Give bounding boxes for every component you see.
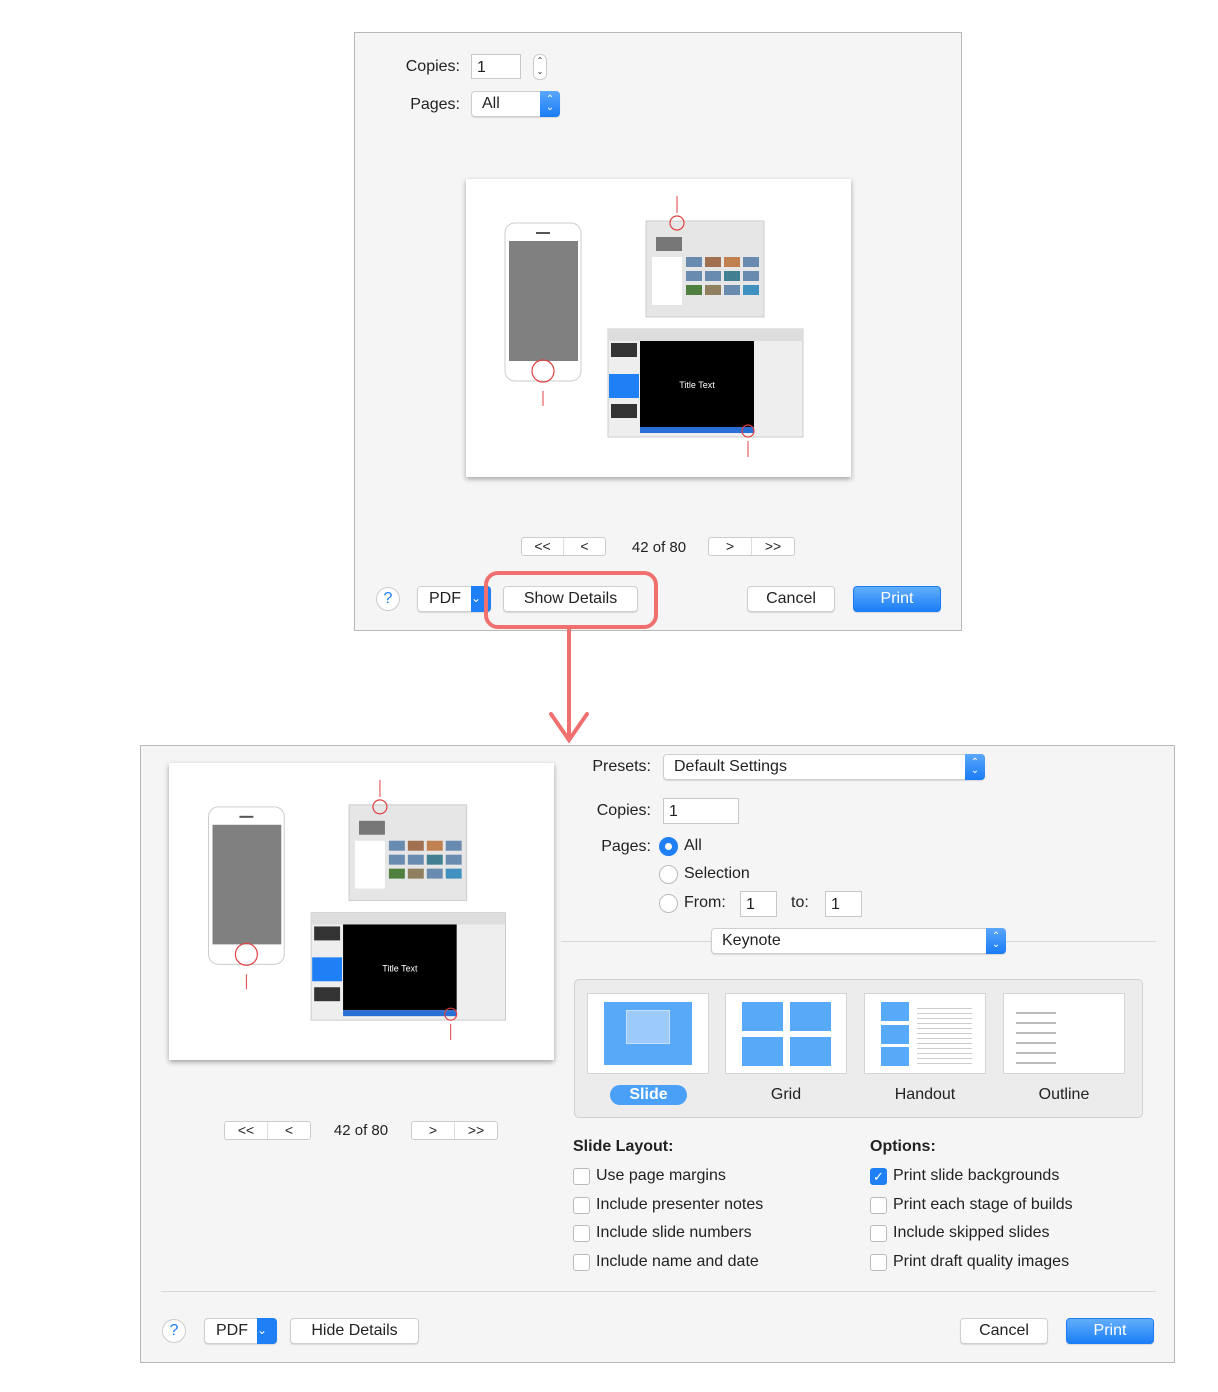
layout-slide-label[interactable]: Slide [610,1085,687,1105]
help-button[interactable]: ? [162,1319,186,1343]
pdf-menu-button[interactable]: PDF ⌄ [417,586,491,612]
presets-label: Presets: [592,758,651,775]
checkbox-label: Print draft quality images [893,1252,1070,1270]
prev-page-button[interactable]: < [563,538,605,555]
bottom-divider [161,1291,1156,1292]
pdf-label: PDF [216,1322,248,1339]
nav-back-group[interactable]: << < [224,1121,311,1140]
chevron-updown-icon: ⌃ ⌄ [540,91,560,117]
keynote-window-illustration: Title Text [310,911,507,1041]
help-button[interactable]: ? [376,587,400,611]
pages-from-label: From: [684,894,726,911]
page-indicator: 42 of 80 [333,1122,389,1139]
nav-back-group[interactable]: << < [521,537,606,556]
to-input[interactable]: 1 [825,891,862,917]
pages-select-value: All [482,95,500,112]
checkbox-label: Include presenter notes [596,1195,764,1213]
checkbox-label: Include name and date [596,1252,759,1270]
options-header: Options: [870,1138,936,1155]
preferences-window-illustration [348,779,468,902]
preview-image: Title Text [504,196,804,457]
print-dialog-simple: Copies: 1 ⌃ ⌄ Pages: All ⌃ ⌄ Title Text << <… [354,32,962,631]
layout-grid-tile[interactable] [725,993,847,1074]
print-dialog-details: Title Text << < 42 of 80 > >> Presets: Def… [140,745,1175,1363]
pages-label: Pages: [410,96,460,113]
first-page-button[interactable]: << [225,1122,267,1139]
next-page-button[interactable]: > [709,538,751,555]
checkbox-label: Print each stage of builds [893,1195,1073,1213]
to-label: to: [791,894,809,911]
copies-input[interactable]: 1 [663,798,739,824]
slide-title-text: Title Text [382,963,418,973]
presets-select[interactable]: Default Settings ⌃ ⌄ [663,754,985,780]
layout-outline-label[interactable]: Outline [1003,1086,1125,1104]
layout-handout-label[interactable]: Handout [864,1086,986,1104]
copies-label: Copies: [405,58,460,75]
copies-stepper[interactable]: ⌃ ⌄ [533,54,547,80]
next-page-button[interactable]: > [412,1122,454,1139]
nav-forward-group[interactable]: > >> [411,1121,498,1140]
transition-arrow [549,626,589,744]
highlight-box [484,571,658,629]
prev-page-button[interactable]: < [267,1122,310,1139]
pdf-label: PDF [429,590,461,607]
checkbox-label: Print slide backgrounds [893,1167,1060,1184]
from-input[interactable]: 1 [740,891,777,917]
cancel-button[interactable]: Cancel [960,1318,1048,1344]
preferences-window-illustration [645,196,765,318]
print-button[interactable]: Print [853,586,941,612]
iphone-illustration [208,806,285,990]
checkbox[interactable] [870,1196,887,1214]
print-button[interactable]: Print [1066,1318,1154,1344]
checkbox[interactable] [870,1253,887,1271]
hide-details-button[interactable]: Hide Details [290,1318,419,1344]
checkbox[interactable] [573,1253,590,1271]
presets-value: Default Settings [674,758,787,775]
copies-input[interactable]: 1 [471,54,521,79]
last-page-button[interactable]: >> [751,538,794,555]
chevron-updown-icon: ⌃ ⌄ [986,928,1006,954]
layout-slide-tile[interactable] [587,993,709,1074]
cancel-button[interactable]: Cancel [747,586,835,612]
pdf-menu-button[interactable]: PDF ⌄ [204,1318,277,1344]
print-preview: Title Text [466,179,851,477]
nav-forward-group[interactable]: > >> [708,537,795,556]
pages-selection-label: Selection [684,865,750,882]
print-preview: Title Text [169,763,554,1060]
checkbox-label: Use page margins [596,1167,726,1184]
app-section-select[interactable]: Keynote ⌃ ⌄ [711,928,1006,954]
iphone-illustration [504,222,582,406]
last-page-button[interactable]: >> [454,1122,497,1139]
checkbox[interactable] [573,1225,590,1242]
chevron-updown-icon: ⌃ ⌄ [965,754,985,780]
keynote-window-illustration: Title Text [607,328,804,457]
pages-all-radio[interactable] [659,837,678,856]
preview-image: Title Text [208,779,507,1041]
pages-all-label: All [684,837,702,854]
copies-label: Copies: [596,802,651,819]
pages-selection-radio[interactable] [659,865,678,884]
slide-title-text: Title Text [679,380,715,390]
pages-label: Pages: [601,838,651,855]
checkbox[interactable] [870,1225,887,1242]
layout-grid-label[interactable]: Grid [725,1086,847,1104]
checkbox[interactable] [573,1168,590,1185]
first-page-button[interactable]: << [522,538,563,555]
slide-layout-header: Slide Layout: [573,1138,674,1155]
layout-handout-tile[interactable] [864,993,986,1074]
checkbox-label: Include slide numbers [596,1224,752,1241]
checkbox[interactable] [573,1196,590,1214]
pages-range-radio[interactable] [659,894,678,913]
chevron-down-icon: ⌄ [257,1318,277,1344]
checkbox[interactable]: ✓ [870,1168,887,1185]
layout-outline-tile[interactable] [1003,993,1125,1074]
app-section-value: Keynote [722,932,781,949]
pages-select[interactable]: All ⌃ ⌄ [471,91,560,117]
checkbox-label: Include skipped slides [893,1224,1050,1241]
page-indicator: 42 of 80 [631,539,687,556]
